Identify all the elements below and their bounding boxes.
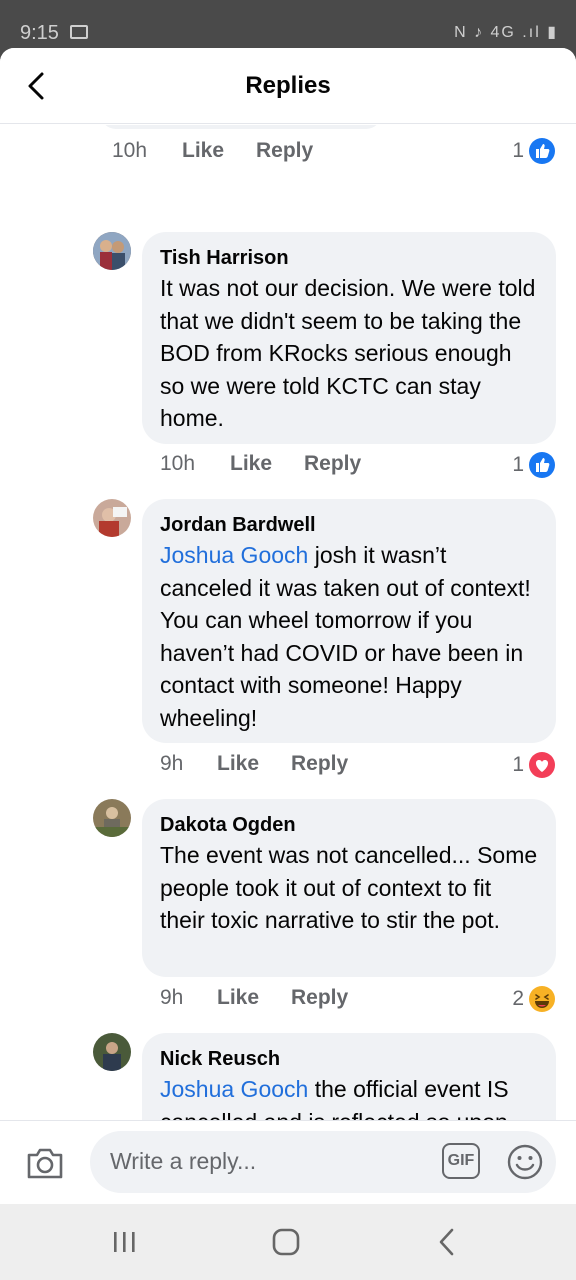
mention-link[interactable]: Joshua Gooch — [160, 1076, 308, 1102]
like-button[interactable]: Like — [230, 452, 272, 476]
reply-placeholder: Write a reply... — [110, 1148, 257, 1174]
status-bar: 9:15 N ♪ 4G .ıl ▮ — [0, 0, 576, 48]
reaction-count: 2 — [512, 987, 524, 1010]
comment-time: 9h — [160, 752, 184, 775]
like-reaction-icon — [529, 452, 555, 478]
comment-author[interactable]: Dakota Ogden — [160, 811, 538, 839]
emoji-icon[interactable] — [506, 1143, 544, 1181]
back-nav-icon[interactable] — [428, 1224, 468, 1260]
reply-button[interactable]: Reply — [304, 452, 361, 476]
gallery-icon — [70, 25, 88, 39]
comment-text: Joshua Gooch josh it wasn’t canceled it … — [160, 539, 538, 735]
haha-reaction-icon — [529, 986, 555, 1012]
like-button[interactable]: Like — [182, 139, 224, 163]
camera-icon[interactable] — [24, 1143, 66, 1183]
like-reaction-icon — [529, 138, 555, 164]
gif-button[interactable]: GIF — [442, 1143, 480, 1179]
reply-button[interactable]: Reply — [291, 986, 348, 1010]
reply-composer: Write a reply... GIF — [0, 1120, 576, 1204]
comment-time: 10h — [160, 452, 196, 475]
reply-input[interactable]: Write a reply... GIF — [90, 1131, 556, 1193]
page-title: Replies — [245, 72, 331, 99]
comment-bubble[interactable]: Dakota Ogden The event was not cancelled… — [142, 799, 556, 977]
replies-list[interactable]: 10h Like Reply 1 Tish Harrison It was no… — [0, 125, 576, 1120]
status-icons: N ♪ 4G .ıl ▮ — [454, 24, 558, 41]
reply-button[interactable]: Reply — [291, 752, 348, 776]
comment-author[interactable]: Jordan Bardwell — [160, 511, 538, 539]
comment-text: Joshua Gooch the official event IS cance… — [160, 1073, 538, 1120]
status-time: 9:15 — [20, 22, 59, 44]
comment-body: josh it wasn’t canceled it was taken out… — [160, 542, 531, 731]
recent-apps-icon[interactable] — [104, 1224, 144, 1260]
header: Replies — [0, 48, 576, 124]
like-button[interactable]: Like — [217, 986, 259, 1010]
comment-author[interactable]: Tish Harrison — [160, 244, 538, 272]
comment-time: 9h — [160, 986, 184, 1009]
love-reaction-icon — [529, 752, 555, 778]
comment-author[interactable]: Nick Reusch — [160, 1045, 538, 1073]
comment-bubble[interactable]: Jordan Bardwell Joshua Gooch josh it was… — [142, 499, 556, 743]
comment-text: The event was not cancelled... Some peop… — [160, 842, 538, 934]
reaction-count: 1 — [512, 453, 524, 476]
comment-bubble[interactable]: Nick Reusch Joshua Gooch the official ev… — [142, 1033, 556, 1120]
avatar[interactable] — [93, 1033, 131, 1071]
comment-text: It was not our decision. We were told th… — [160, 275, 536, 432]
avatar[interactable] — [93, 232, 131, 270]
comment-bubble[interactable]: Tish Harrison It was not our decision. W… — [142, 232, 556, 444]
system-nav-bar — [0, 1204, 576, 1280]
reaction-count: 1 — [512, 139, 524, 162]
like-button[interactable]: Like — [217, 752, 259, 776]
home-icon[interactable] — [266, 1224, 306, 1260]
avatar[interactable] — [93, 499, 131, 537]
replies-sheet: Replies 10h Like Reply 1 Tish Harrison I… — [0, 48, 576, 1280]
reply-button[interactable]: Reply — [256, 139, 313, 163]
previous-comment-bubble — [100, 125, 382, 129]
avatar[interactable] — [93, 799, 131, 837]
comment-time: 10h — [112, 139, 148, 162]
reaction-count: 1 — [512, 753, 524, 776]
mention-link[interactable]: Joshua Gooch — [160, 542, 308, 568]
